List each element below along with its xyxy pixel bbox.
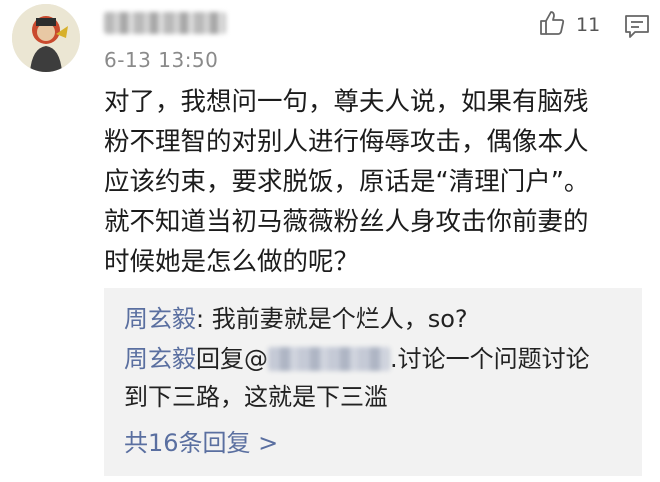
avatar-image xyxy=(12,4,80,72)
reply-button[interactable] xyxy=(624,13,650,39)
reply-text: .讨论一个问题讨论 xyxy=(390,345,590,373)
reply-action: 回复@ xyxy=(196,345,268,373)
reply-author-link[interactable]: 周玄毅 xyxy=(124,305,196,333)
thumbs-up-icon xyxy=(538,9,566,41)
view-all-replies-link[interactable]: 共16条回复 > xyxy=(124,428,278,458)
mention-redacted[interactable] xyxy=(268,347,390,371)
like-count: 11 xyxy=(576,14,601,36)
comment-reply-icon xyxy=(624,15,650,43)
comment-line: 应该约束，要求脱饭，原话是“清理门户”。 xyxy=(104,167,590,197)
comment-timestamp: 6-13 13:50 xyxy=(104,48,219,72)
reply-text-continued: 到下三路，这就是下三滥 xyxy=(124,383,388,411)
comment-line: 时候她是怎么做的呢？ xyxy=(104,247,360,277)
avatar[interactable] xyxy=(12,4,80,72)
comment-text: 对了，我想问一句，尊夫人说，如果有脑残 粉不理智的对别人进行侮辱攻击，偶像本人 … xyxy=(104,82,654,282)
username-redacted xyxy=(104,12,226,34)
reply-item: 周玄毅: 我前妻就是个烂人，so? xyxy=(124,304,468,334)
comment-line: 就不知道当初马薇薇粉丝人身攻击你前妻的 xyxy=(104,207,589,237)
like-button[interactable]: 11 xyxy=(538,10,600,40)
reply-author-link[interactable]: 周玄毅 xyxy=(124,345,196,373)
reply-item: 周玄毅回复@ .讨论一个问题讨论 xyxy=(124,344,590,374)
replies-panel: 周玄毅: 我前妻就是个烂人，so? 周玄毅回复@ .讨论一个问题讨论 到下三路，这… xyxy=(104,288,642,476)
reply-text: : 我前妻就是个烂人，so? xyxy=(196,305,468,333)
comment-line: 粉不理智的对别人进行侮辱攻击，偶像本人 xyxy=(104,127,589,157)
comment-line: 对了，我想问一句，尊夫人说，如果有脑残 xyxy=(104,87,589,117)
